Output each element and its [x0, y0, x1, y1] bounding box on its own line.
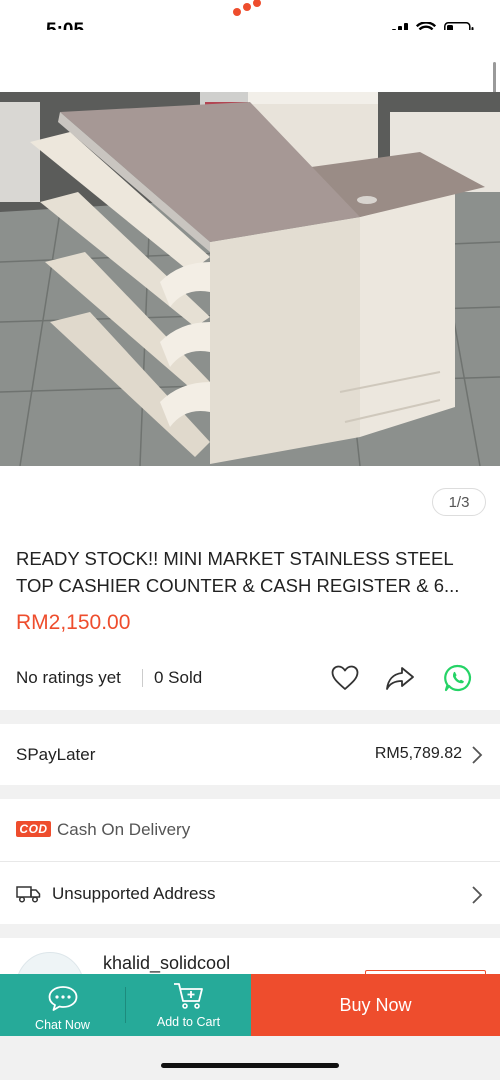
- like-button[interactable]: [329, 662, 361, 694]
- cod-label: Cash On Delivery: [57, 820, 191, 839]
- cart-plus-icon: [173, 983, 203, 1009]
- bottom-action-bar: Chat Now Add to Cart Buy Now: [0, 974, 500, 1036]
- chat-now-label: Chat Now: [35, 1018, 90, 1032]
- product-price: RM2,150.00: [16, 611, 131, 634]
- share-button[interactable]: [384, 662, 416, 694]
- address-row[interactable]: Unsupported Address: [0, 862, 500, 924]
- loading-dots-icon: [233, 0, 261, 16]
- product-title: READY STOCK!! MINI MARKET STAINLESS STEE…: [16, 548, 460, 596]
- home-area: [0, 1036, 500, 1080]
- whatsapp-share-button[interactable]: [442, 662, 474, 694]
- product-photo: [0, 92, 500, 466]
- chat-icon: [48, 986, 77, 1011]
- chevron-right-icon: [472, 746, 483, 764]
- ratings-text: No ratings yet: [16, 668, 121, 687]
- add-to-cart-label: Add to Cart: [156, 1015, 221, 1029]
- whatsapp-icon: [444, 664, 472, 692]
- add-to-cart-button[interactable]: Add to Cart: [126, 974, 251, 1036]
- chevron-right-icon: [472, 886, 483, 904]
- truck-icon: [16, 886, 41, 903]
- image-counter: 1/3: [432, 488, 486, 516]
- seller-name[interactable]: khalid_solidcool: [103, 953, 230, 974]
- heart-icon: [331, 665, 359, 690]
- spaylater-row[interactable]: SPayLater RM5,789.82: [0, 724, 500, 785]
- buy-now-label: Buy Now: [339, 994, 412, 1015]
- home-indicator[interactable]: [161, 1063, 339, 1068]
- chat-now-button[interactable]: Chat Now: [0, 974, 125, 1036]
- app-header: [0, 30, 500, 92]
- spaylater-value: RM5,789.82: [374, 745, 462, 762]
- stat-divider: [142, 669, 143, 687]
- spaylater-label: SPayLater: [16, 745, 96, 764]
- buy-now-button[interactable]: Buy Now: [251, 974, 500, 1036]
- share-icon: [386, 667, 414, 690]
- cod-badge: COD: [16, 821, 51, 837]
- image-footer: [0, 466, 500, 532]
- product-image[interactable]: [0, 92, 500, 466]
- sold-count: 0 Sold: [154, 668, 203, 687]
- address-label: Unsupported Address: [52, 884, 216, 903]
